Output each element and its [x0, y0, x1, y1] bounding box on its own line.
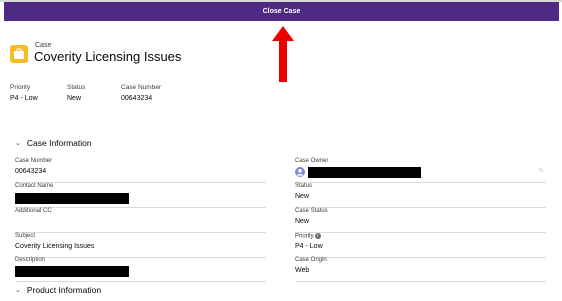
highlight-priority-label: Priority — [10, 84, 31, 91]
field-case-status: Case Status New — [295, 208, 546, 233]
field-case-number: Case Number 00643234 — [15, 158, 266, 183]
field-label: Case Number — [15, 158, 53, 164]
field-value: New — [295, 193, 310, 200]
avatar[interactable] — [295, 167, 305, 177]
chevron-down-icon: ⌄ — [15, 140, 21, 147]
field-value: New — [295, 218, 310, 225]
field-label: Additional CC — [15, 208, 52, 214]
redacted-block — [15, 193, 129, 204]
record-object-type: Case — [35, 42, 52, 49]
close-case-label: Close Case — [262, 8, 301, 15]
field-label: Priority i — [295, 233, 321, 240]
info-icon[interactable]: i — [314, 233, 321, 239]
section-title: Case Information — [26, 138, 92, 148]
field-value: Coverity Licensing Issues — [15, 243, 95, 250]
highlight-priority-value: P4 - Low — [10, 95, 38, 102]
field-additional-cc[interactable]: Additional CC — [15, 208, 266, 233]
section-product-information[interactable]: ⌄ Product Information — [15, 285, 101, 295]
field-value: Web — [295, 267, 310, 274]
pencil-icon[interactable]: ✎ — [538, 167, 544, 175]
field-label: Subject — [15, 233, 36, 239]
highlight-status-label: Status — [67, 84, 86, 91]
field-case-origin: Case Origin Web — [295, 257, 546, 282]
field-description: Description — [15, 257, 266, 282]
field-label: Case Status — [295, 208, 328, 214]
red-arrow-annotation — [272, 26, 294, 82]
section-case-information[interactable]: ⌄ Case Information — [15, 138, 92, 148]
briefcase-icon — [10, 45, 28, 63]
field-value: P4 - Low — [295, 243, 323, 250]
field-status: Status New — [295, 183, 546, 208]
field-label-text: Priority — [295, 233, 314, 240]
field-case-owner: Case Owner ✎ — [295, 158, 546, 183]
section-title: Product Information — [26, 285, 102, 295]
highlight-case-number-label: Case Number — [121, 84, 162, 91]
highlight-case-number-value: 00643234 — [121, 95, 153, 102]
redacted-block — [15, 266, 129, 277]
field-label: Contact Name — [15, 183, 54, 189]
close-case-button[interactable]: Close Case — [4, 2, 559, 21]
highlight-status-value: New — [67, 95, 82, 102]
field-label: Case Owner — [295, 158, 329, 164]
page-title: Coverity Licensing Issues — [34, 49, 182, 64]
field-priority: Priority i P4 - Low — [295, 233, 546, 258]
field-label: Description — [15, 257, 46, 263]
redacted-block — [308, 167, 421, 178]
field-contact-name: Contact Name — [15, 183, 266, 208]
field-label: Case Origin — [295, 257, 327, 263]
field-value: 00643234 — [15, 168, 47, 175]
field-subject: Subject Coverity Licensing Issues — [15, 233, 266, 258]
chevron-down-icon: ⌄ — [15, 287, 21, 294]
field-label: Status — [295, 183, 313, 189]
